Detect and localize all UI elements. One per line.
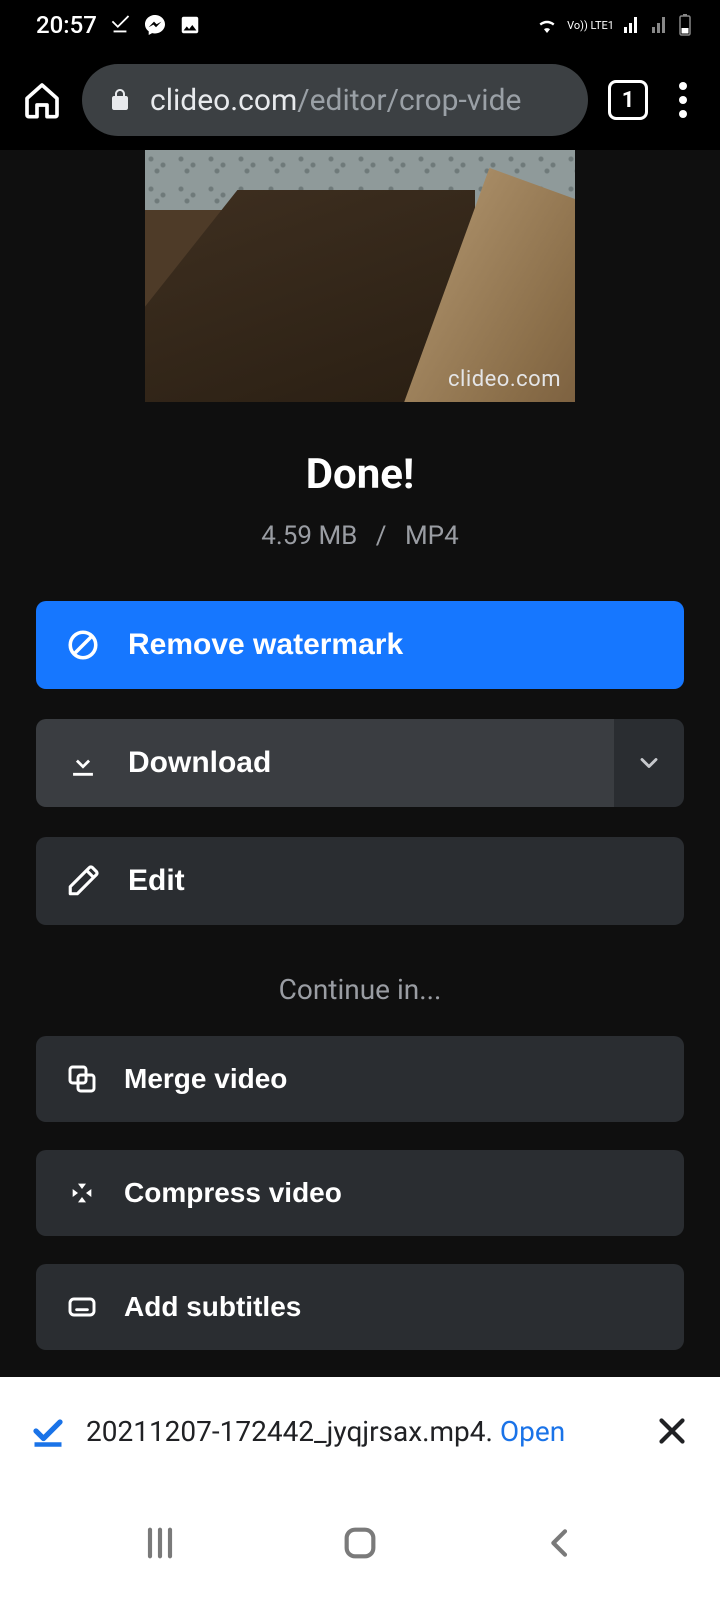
home-icon[interactable] [22, 80, 62, 120]
page-content: clideo.com Done! 4.59 MB / MP4 Remove wa… [0, 150, 720, 1400]
subtitles-icon [66, 1291, 98, 1323]
watermark-label: clideo.com [448, 367, 561, 392]
status-right: Vo)) LTE1 [535, 13, 692, 37]
signal2-icon [650, 15, 670, 35]
edit-label: Edit [128, 864, 185, 898]
chevron-down-icon [635, 749, 663, 777]
tab-switcher[interactable]: 1 [608, 80, 648, 120]
file-format: MP4 [405, 521, 459, 551]
compress-label: Compress video [124, 1177, 342, 1209]
file-meta: 4.59 MB / MP4 [0, 521, 720, 551]
carrier-label: Vo)) LTE1 [567, 20, 614, 31]
close-icon[interactable] [654, 1413, 690, 1449]
download-split-button: Download [36, 719, 684, 807]
merge-video-button[interactable]: Merge video [36, 1036, 684, 1122]
pencil-icon [66, 864, 100, 898]
check-icon [30, 1413, 66, 1449]
file-size: 4.59 MB [261, 521, 357, 551]
download-text[interactable]: 20211207-172442_jyqjrsax.mp4. Open [86, 1415, 634, 1448]
back-icon[interactable] [540, 1523, 580, 1563]
done-title: Done! [0, 450, 720, 499]
download-filename: 20211207-172442_jyqjrsax.mp4. [86, 1415, 493, 1448]
edit-button[interactable]: Edit [36, 837, 684, 925]
lock-icon [108, 88, 132, 112]
battery-icon [678, 13, 692, 37]
status-bar: 20:57 Vo)) LTE1 [0, 0, 720, 50]
merge-label: Merge video [124, 1063, 287, 1095]
compress-icon [66, 1177, 98, 1209]
download-done-icon [109, 14, 131, 36]
ban-icon [66, 628, 100, 662]
remove-watermark-label: Remove watermark [128, 628, 403, 662]
remove-watermark-button[interactable]: Remove watermark [36, 601, 684, 689]
result-block: Done! 4.59 MB / MP4 [0, 402, 720, 581]
signal-icon [622, 15, 642, 35]
download-icon [66, 746, 100, 780]
subtitles-label: Add subtitles [124, 1291, 301, 1323]
system-nav-bar [0, 1485, 720, 1600]
url-text: clideo.com/editor/crop-vide [150, 83, 521, 118]
messenger-icon [143, 13, 167, 37]
status-time: 20:57 [36, 11, 97, 39]
url-bar[interactable]: clideo.com/editor/crop-vide [82, 64, 588, 136]
download-options-button[interactable] [614, 719, 684, 807]
download-notification-bar: 20211207-172442_jyqjrsax.mp4. Open [0, 1377, 720, 1485]
meta-sep: / [376, 521, 387, 551]
tab-count: 1 [622, 88, 635, 113]
nav-home-icon[interactable] [340, 1523, 380, 1563]
image-icon [179, 14, 201, 36]
continue-label: Continue in... [0, 955, 720, 1036]
merge-icon [66, 1063, 98, 1095]
url-path: /editor/crop-vide [297, 83, 521, 118]
download-label: Download [128, 746, 271, 780]
overflow-menu-icon[interactable] [668, 82, 698, 118]
recents-icon[interactable] [140, 1523, 180, 1563]
video-preview[interactable]: clideo.com [145, 150, 575, 402]
compress-video-button[interactable]: Compress video [36, 1150, 684, 1236]
open-link[interactable]: Open [500, 1415, 565, 1448]
wifi-icon [535, 15, 559, 35]
status-left: 20:57 [36, 11, 201, 39]
url-host: clideo.com [150, 83, 297, 118]
download-button[interactable]: Download [36, 719, 614, 807]
add-subtitles-button[interactable]: Add subtitles [36, 1264, 684, 1350]
browser-bar: clideo.com/editor/crop-vide 1 [0, 50, 720, 150]
